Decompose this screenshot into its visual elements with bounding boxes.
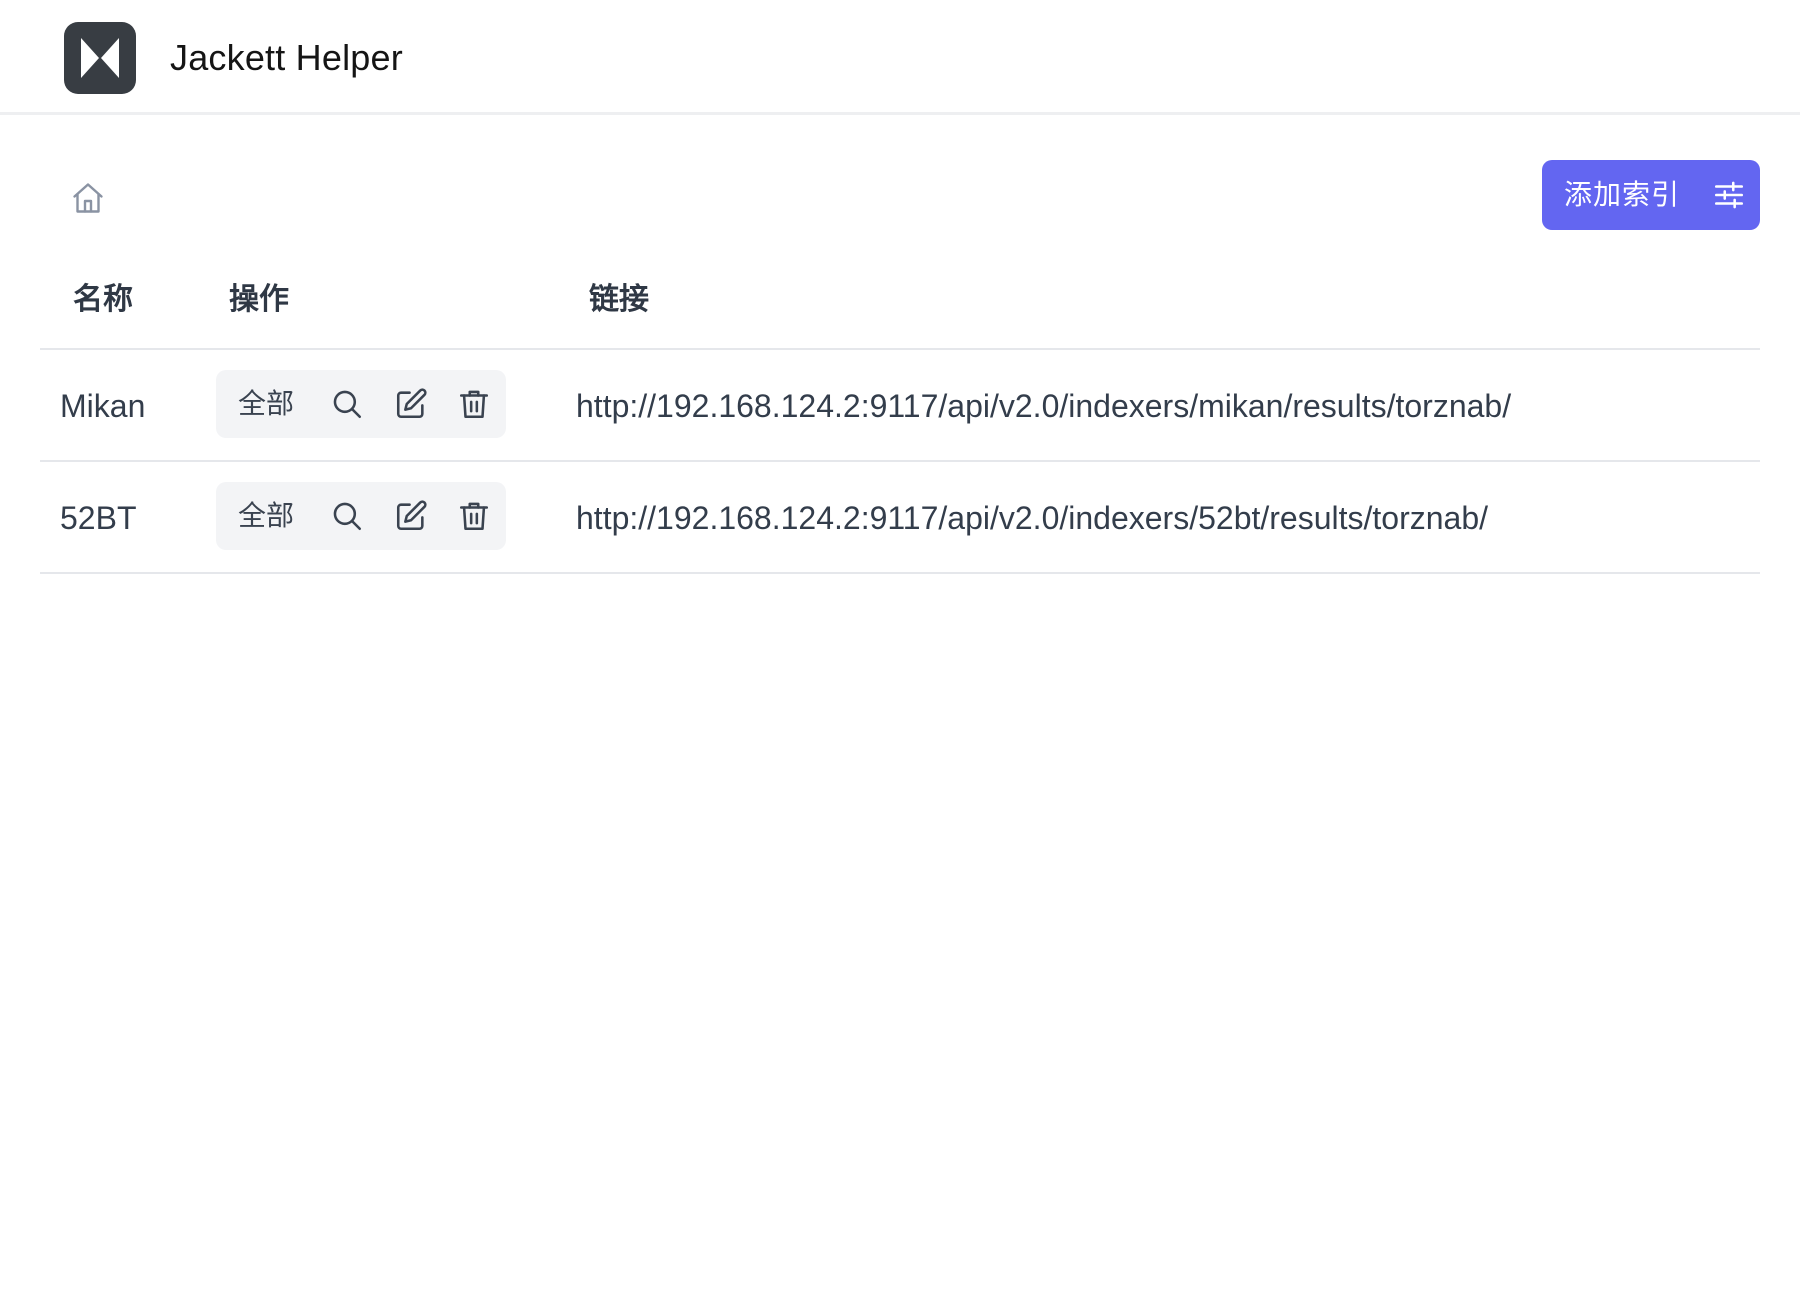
all-button[interactable]: 全部 xyxy=(238,498,294,534)
row-action-group: 全部 xyxy=(216,370,506,438)
column-header-name: 名称 xyxy=(73,283,133,316)
indexer-link[interactable]: http://192.168.124.2:9117/api/v2.0/index… xyxy=(576,386,1511,426)
app-header: Jackett Helper xyxy=(0,0,1800,115)
indexer-link[interactable]: http://192.168.124.2:9117/api/v2.0/index… xyxy=(576,498,1488,538)
indexer-table: 名称 操作 链接 Mikan 全部 http://192.168.124.2:9… xyxy=(40,270,1760,574)
search-icon[interactable] xyxy=(330,499,364,533)
table-row: Mikan 全部 http://192.168.124.2:9117/api/v… xyxy=(40,350,1760,462)
edit-icon[interactable] xyxy=(394,387,428,421)
home-icon[interactable] xyxy=(70,180,106,216)
trash-icon[interactable] xyxy=(457,499,491,533)
add-indexer-button[interactable]: 添加索引 xyxy=(1542,160,1760,230)
indexer-name: 52BT xyxy=(60,500,137,536)
search-icon[interactable] xyxy=(330,387,364,421)
column-header-actions: 操作 xyxy=(229,283,289,316)
table-header: 名称 操作 链接 xyxy=(40,270,1760,350)
toolbar: 添加索引 xyxy=(0,160,1800,232)
edit-icon[interactable] xyxy=(394,499,428,533)
jackett-logo-icon xyxy=(64,22,136,94)
row-action-group: 全部 xyxy=(216,482,506,550)
sliders-icon xyxy=(1712,178,1746,212)
indexer-name: Mikan xyxy=(60,388,146,424)
trash-icon[interactable] xyxy=(457,387,491,421)
column-header-link: 链接 xyxy=(589,283,649,316)
all-button[interactable]: 全部 xyxy=(238,386,294,422)
add-indexer-label: 添加索引 xyxy=(1564,179,1681,210)
app-title: Jackett Helper xyxy=(170,37,403,78)
table-row: 52BT 全部 http://192.168.124.2:9117/api/v2… xyxy=(40,462,1760,574)
